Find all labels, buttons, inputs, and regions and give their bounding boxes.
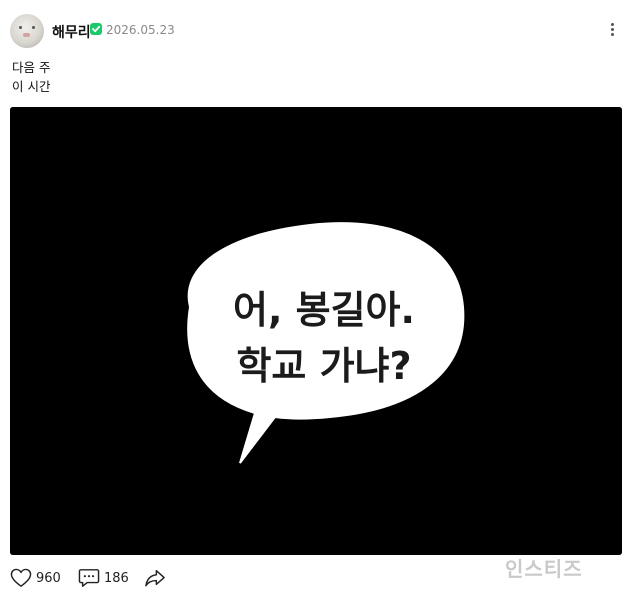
comment-count: 186 [104,570,129,586]
comment-icon [78,569,100,587]
speech-line-1: 어, 봉길아. [233,288,415,332]
action-bar: 960 186 [10,566,310,590]
username[interactable]: 해무리 [52,22,91,42]
caption-line: 이 시간 [12,79,51,94]
post-caption: 다음 주 이 시간 [12,58,50,96]
speech-line-2: 학교 가냐? [236,344,411,388]
caption-line: 다음 주 [12,60,51,75]
comment-button[interactable]: 186 [78,566,129,590]
more-vertical-icon[interactable] [606,21,618,41]
post-header: 해무리 2026.05.23 [10,12,626,50]
like-button[interactable]: 960 [10,566,61,590]
share-button[interactable] [144,566,166,590]
share-arrow-icon [145,570,165,587]
post-image[interactable]: 어, 봉길아. 학교 가냐? [10,107,622,555]
post-date: 2026.05.23 [106,23,175,37]
avatar[interactable] [10,14,44,48]
heart-icon [10,568,32,587]
watermark: 인스티즈 [505,557,583,581]
speech-bubble-illustration: 어, 봉길아. 학교 가냐? [10,107,622,555]
verified-badge-icon [90,23,102,35]
like-count: 960 [36,570,61,586]
